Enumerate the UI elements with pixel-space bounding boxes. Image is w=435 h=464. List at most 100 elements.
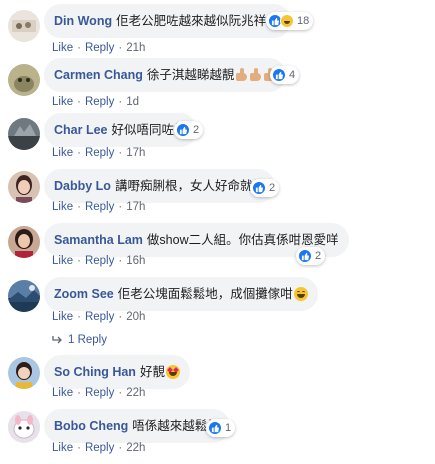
comment-timestamp[interactable]: 22h — [126, 442, 145, 454]
comment-timestamp[interactable]: 17h — [126, 201, 145, 213]
reaction-count: 2 — [269, 182, 276, 194]
separator-dot: · — [118, 201, 123, 213]
thumbs-up-icon — [249, 68, 262, 82]
comment-author[interactable]: Bobo Cheng — [54, 418, 128, 434]
reply-link[interactable]: Reply — [85, 42, 114, 54]
reply-link[interactable]: Reply — [85, 442, 114, 454]
reply-link[interactable]: Reply — [85, 201, 114, 213]
comment-author[interactable]: Carmen Chang — [54, 67, 143, 83]
avatar[interactable] — [8, 64, 40, 96]
comment-list: Din Wong 佢老公肥咗越來越似阮兆祥 18 Like · Reply · … — [0, 0, 435, 464]
reaction-summary[interactable]: 2 — [296, 247, 326, 265]
avatar[interactable] — [8, 280, 40, 312]
comment-author[interactable]: So Ching Han — [54, 364, 136, 380]
reply-link[interactable]: Reply — [85, 387, 114, 399]
comment-author[interactable]: Din Wong — [54, 13, 112, 29]
thumbs-up-icon — [235, 68, 248, 82]
reply-arrow-icon — [52, 336, 62, 344]
view-replies-link[interactable]: 1 Reply — [52, 334, 107, 346]
comment: Din Wong 佢老公肥咗越來越似阮兆祥 18 Like · Reply · … — [0, 4, 435, 58]
like-link[interactable]: Like — [52, 311, 73, 323]
like-reaction-icon — [252, 181, 266, 195]
like-link[interactable]: Like — [52, 387, 73, 399]
comment-text: 徐子淇越睇越靚 — [146, 68, 235, 82]
separator-dot: · — [118, 442, 123, 454]
comment: Zoom See 佢老公塊面鬆鬆地，成個攤傢咁 Like · Reply · 2… — [0, 277, 435, 331]
separator-dot: · — [118, 255, 123, 267]
like-link[interactable]: Like — [52, 96, 73, 108]
comment-timestamp[interactable]: 20h — [126, 311, 145, 323]
like-link[interactable]: Like — [52, 442, 73, 454]
like-reaction-icon — [176, 123, 190, 137]
comment: Carmen Chang 徐子淇越睇越靚 4 Like · Reply · 1d — [0, 58, 435, 112]
like-reaction-icon — [208, 421, 222, 435]
comment-author[interactable]: Zoom See — [54, 286, 114, 302]
comment: So Ching Han 好靚 Like · Reply · 22h — [0, 355, 435, 409]
separator-dot: · — [77, 311, 81, 323]
comment-actions: Like · Reply · 17h — [52, 147, 145, 159]
comment-timestamp[interactable]: 17h — [126, 147, 145, 159]
separator-dot: · — [77, 201, 81, 213]
avatar[interactable] — [8, 10, 40, 42]
avatar[interactable] — [8, 171, 40, 203]
avatar[interactable] — [8, 357, 40, 389]
reply-link[interactable]: Reply — [85, 311, 114, 323]
comment-bubble: Carmen Chang 徐子淇越睇越靚 — [44, 58, 287, 92]
reaction-summary[interactable]: 2 — [250, 179, 280, 197]
like-link[interactable]: Like — [52, 255, 73, 267]
comment-bubble: Bobo Cheng 唔係越來越鬆樣 — [44, 409, 230, 443]
separator-dot: · — [118, 311, 123, 323]
separator-dot: · — [118, 42, 123, 54]
laugh-emoji-icon — [293, 287, 308, 301]
like-link[interactable]: Like — [52, 147, 73, 159]
comment-text: 講嘢痴脷根，女人好命就得 — [114, 179, 265, 193]
comment-author[interactable]: Samantha Lam — [54, 232, 143, 248]
comment-actions: Like · Reply · 20h — [52, 311, 145, 323]
reaction-count: 2 — [315, 250, 322, 262]
comment: Dabby Lo 講嘢痴脷根，女人好命就得 2 Like · Reply · 1… — [0, 169, 435, 223]
separator-dot: · — [77, 255, 81, 267]
separator-dot: · — [77, 147, 81, 159]
avatar[interactable] — [8, 411, 40, 443]
like-link[interactable]: Like — [52, 201, 73, 213]
heart-eyes-emoji-icon — [165, 365, 180, 379]
comment-actions: Like · Reply · 22h — [52, 387, 145, 399]
comment-timestamp[interactable]: 1d — [126, 96, 139, 108]
reply-link[interactable]: Reply — [85, 255, 114, 267]
like-reaction-icon — [272, 68, 286, 82]
avatar[interactable] — [8, 118, 40, 150]
comment-timestamp[interactable]: 21h — [126, 42, 145, 54]
comment-actions: Like · Reply · 21h — [52, 42, 145, 54]
like-link[interactable]: Like — [52, 42, 73, 54]
separator-dot: · — [77, 96, 81, 108]
reply-link[interactable]: Reply — [85, 147, 114, 159]
separator-dot: · — [77, 387, 81, 399]
replies-count-label[interactable]: 1 Reply — [68, 334, 107, 346]
reaction-count: 1 — [225, 422, 232, 434]
reaction-count: 18 — [297, 15, 310, 27]
comment-timestamp[interactable]: 22h — [126, 387, 145, 399]
comment-text: 好靚 — [139, 365, 165, 379]
separator-dot: · — [118, 147, 123, 159]
separator-dot: · — [77, 42, 81, 54]
comment-bubble: Dabby Lo 講嘢痴脷根，女人好命就得 — [44, 169, 275, 203]
comment-actions: Like · Reply · 1d — [52, 96, 139, 108]
reply-link[interactable]: Reply — [85, 96, 114, 108]
comment-author[interactable]: Char Lee — [54, 122, 108, 138]
comment-bubble: Zoom See 佢老公塊面鬆鬆地，成個攤傢咁 — [44, 277, 318, 311]
reaction-summary[interactable]: 1 — [206, 419, 236, 437]
comment-bubble: So Ching Han 好靚 — [44, 355, 190, 389]
comment: Bobo Cheng 唔係越來越鬆樣 1 Like · Reply · 22h — [0, 409, 435, 463]
comment-bubble: Din Wong 佢老公肥咗越來越似阮兆祥 — [44, 4, 292, 38]
reaction-summary[interactable]: 18 — [266, 12, 314, 30]
comment-timestamp[interactable]: 16h — [126, 255, 145, 267]
reaction-summary[interactable]: 4 — [270, 66, 300, 84]
comment-actions: Like · Reply · 17h — [52, 201, 145, 213]
comment: Samantha Lam 做show二人組。你估真係咁恩愛咩 2 Like · … — [0, 223, 435, 277]
reaction-summary[interactable]: 2 — [174, 121, 204, 139]
avatar[interactable] — [8, 226, 40, 258]
comment-author[interactable]: Dabby Lo — [54, 178, 111, 194]
comment-text: 做show二人組。你估真係咁恩愛咩 — [146, 233, 339, 247]
reaction-count: 2 — [193, 124, 200, 136]
haha-reaction-icon — [280, 14, 294, 28]
